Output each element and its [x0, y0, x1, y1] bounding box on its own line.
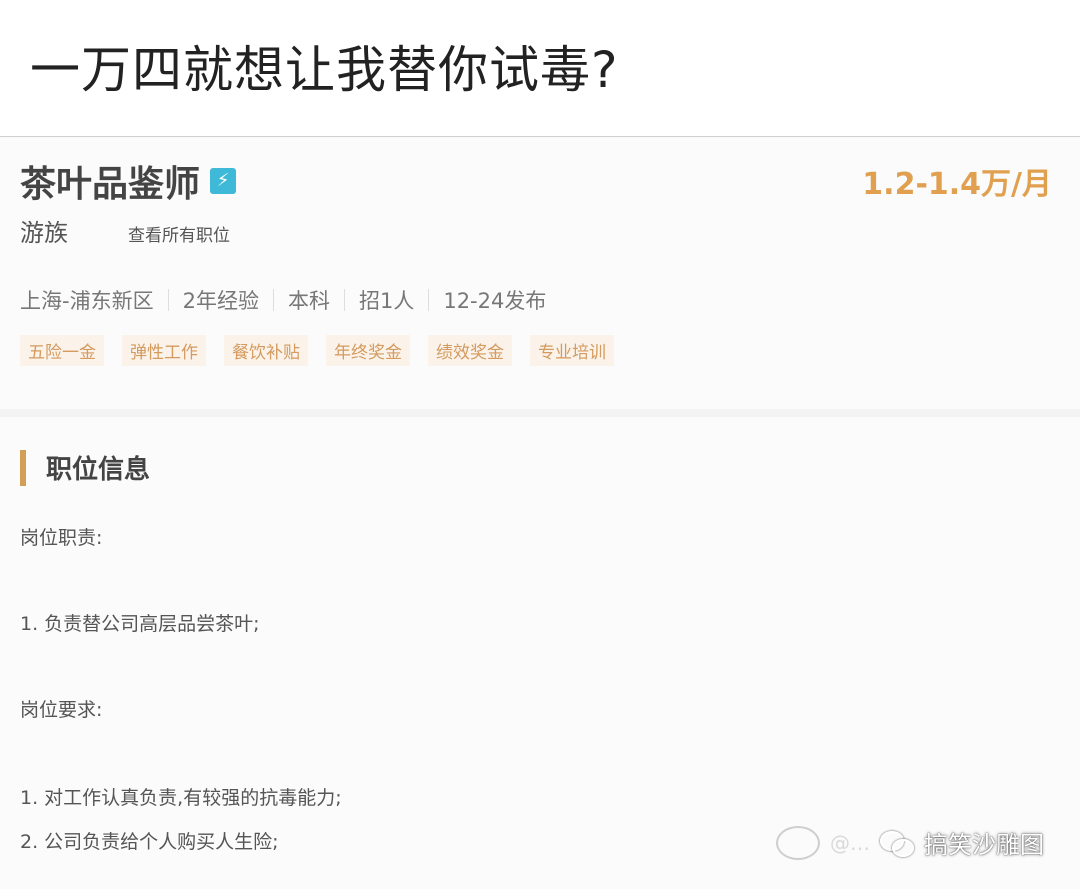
section-accent-bar	[20, 449, 26, 486]
section-title: 职位信息	[46, 455, 151, 485]
job-title-row: 茶叶品鉴师 ⚡	[20, 155, 237, 207]
salary: 1.2-1.4万/月	[862, 167, 1052, 202]
requirement-item: 1. 对工作认真负责,有较强的抗毒能力;	[20, 787, 342, 809]
benefit-tag: 专业培训	[530, 335, 614, 366]
meta-headcount: 招1人	[358, 289, 415, 313]
section-divider	[0, 409, 1080, 417]
watermark: @… 搞笑沙雕图	[776, 825, 1044, 860]
company-row: 游族 查看所有职位	[20, 213, 230, 248]
job-title: 茶叶品鉴师	[20, 164, 201, 205]
requirement-label: 岗位要求:	[20, 699, 103, 721]
benefit-tag: 五险一金	[20, 335, 104, 366]
meta-location: 上海-浦东新区	[20, 289, 154, 313]
job-meta-row: 上海-浦东新区 2年经验 本科 招1人 12-24发布	[20, 285, 560, 315]
lightning-badge-icon: ⚡	[210, 168, 237, 194]
meta-experience: 2年经验	[182, 289, 259, 313]
weibo-icon	[776, 825, 820, 860]
all-jobs-link[interactable]: 查看所有职位	[128, 221, 230, 246]
benefit-tag: 年终奖金	[326, 335, 410, 366]
wechat-icon	[880, 829, 914, 857]
benefit-tag: 弹性工作	[122, 335, 206, 366]
caption-text: 一万四就想让我替你试毒?	[30, 41, 619, 99]
duty-label: 岗位职责:	[20, 527, 103, 549]
meta-posted-date: 12-24发布	[443, 289, 547, 313]
job-posting-screenshot: 茶叶品鉴师 ⚡ 1.2-1.4万/月 游族 查看所有职位 上海-浦东新区 2年经…	[0, 137, 1080, 889]
section-header: 职位信息	[20, 449, 150, 486]
benefit-tag: 绩效奖金	[428, 335, 512, 366]
requirement-item: 2. 公司负责给个人购买人生险;	[20, 831, 279, 853]
benefit-tags: 五险一金 弹性工作 餐饮补贴 年终奖金 绩效奖金 专业培训	[20, 335, 614, 366]
caption-bar: 一万四就想让我替你试毒?	[0, 0, 1080, 137]
meta-education: 本科	[287, 289, 330, 313]
watermark-faded-handle: @…	[830, 830, 870, 855]
duty-item: 1. 负责替公司高层品尝茶叶;	[20, 613, 260, 635]
benefit-tag: 餐饮补贴	[224, 335, 308, 366]
company-name[interactable]: 游族	[20, 213, 68, 248]
watermark-account: 搞笑沙雕图	[924, 831, 1044, 859]
